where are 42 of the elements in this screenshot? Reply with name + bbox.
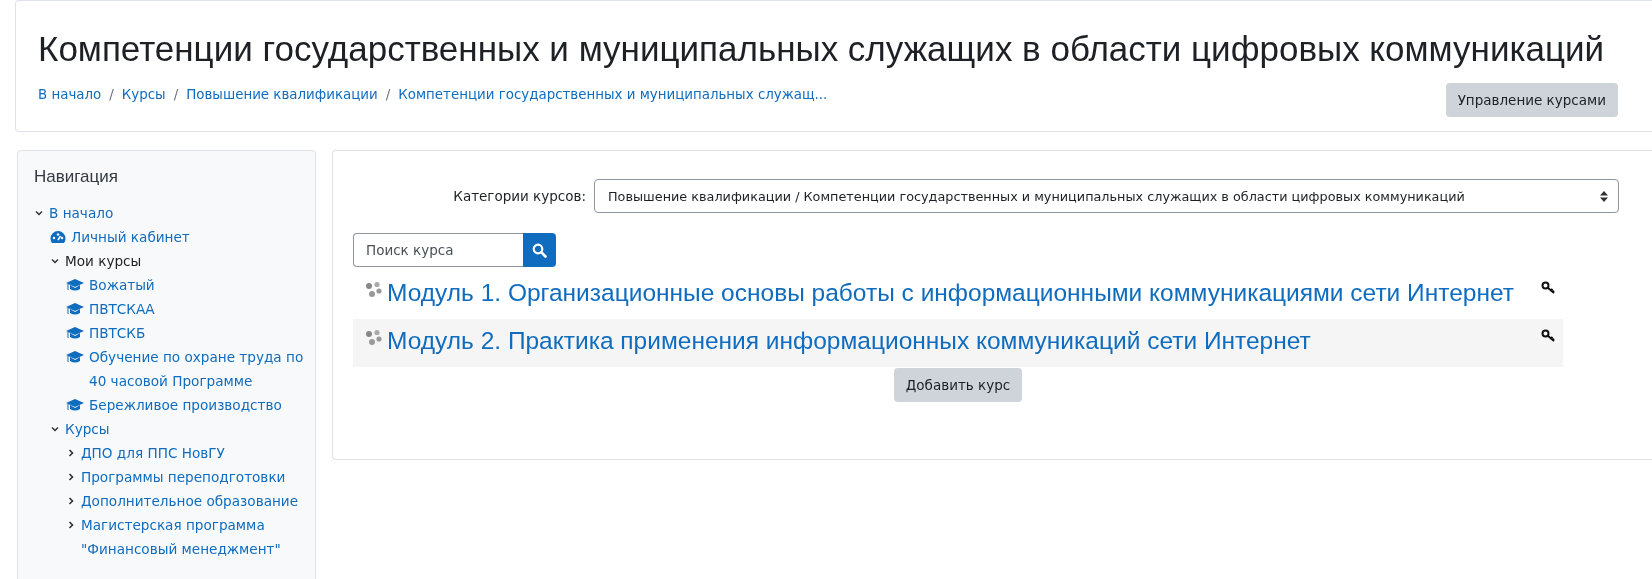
graduation-cap-icon xyxy=(66,302,84,316)
breadcrumb-separator: / xyxy=(173,87,179,102)
nav-link[interactable]: Курсы xyxy=(65,417,110,441)
nav-link[interactable]: ПВТСКАА xyxy=(89,297,155,321)
nav-link[interactable]: Обучение по охране труда по 40 часовой Программе xyxy=(89,345,304,393)
add-course-button[interactable]: Добавить курс xyxy=(893,368,1023,402)
nav-link[interactable]: Вожатый xyxy=(89,273,155,297)
nav-link[interactable]: ПВТСКБ xyxy=(89,321,146,345)
graduation-cap-icon xyxy=(66,398,84,412)
course-icon xyxy=(365,329,383,347)
course-icon xyxy=(365,281,383,299)
panel-title: Навигация xyxy=(34,167,119,187)
dashboard-icon xyxy=(50,230,66,244)
nav-link[interactable]: Личный кабинет xyxy=(71,225,190,249)
page-title: Компетенции государственных и муниципальных служащих в области цифровых коммуникаций xyxy=(38,29,1606,69)
breadcrumb-link[interactable]: В начало xyxy=(38,87,102,102)
nav-link[interactable]: Магистерская программа "Финансовый менеджмент" xyxy=(81,513,304,561)
breadcrumb-separator: / xyxy=(385,87,391,102)
graduation-cap-icon xyxy=(66,278,84,292)
graduation-cap-icon xyxy=(66,326,84,340)
category-select[interactable]: Повышение квалификации / Компетенции государственных и муниципальных служащих в области цифровых коммуникаций xyxy=(594,179,1619,213)
field-label: Категории курсов: xyxy=(453,188,586,204)
course-link[interactable]: Модуль 1. Организационные основы работы с информационными коммуникациями сети Интернет xyxy=(387,275,1537,311)
key-icon xyxy=(1541,281,1555,295)
nav-label[interactable]: Мои курсы xyxy=(65,249,142,273)
course-link[interactable]: Модуль 2. Практика применения информационных коммуникаций сети Интернет xyxy=(387,323,1537,359)
nav-link[interactable]: Программы переподготовки xyxy=(81,465,286,489)
sort-arrows-icon xyxy=(1600,190,1608,202)
breadcrumb-link[interactable]: Компетенции государственных и муниципальных служащ... xyxy=(398,87,828,102)
nav-link[interactable]: ДПО для ППС НовГУ xyxy=(81,441,225,465)
breadcrumb-link[interactable]: Курсы xyxy=(121,87,166,102)
key-icon xyxy=(1541,329,1555,343)
manage-courses-button[interactable]: Управление курсами xyxy=(1445,83,1618,117)
nav-link[interactable]: В начало xyxy=(49,201,114,225)
search-icon xyxy=(532,242,547,258)
breadcrumb-link[interactable]: Повышение квалификации xyxy=(186,87,378,102)
nav-link[interactable]: Бережливое производство xyxy=(89,393,282,417)
search-button[interactable] xyxy=(523,233,556,267)
search-field[interactable]: Поиск курса xyxy=(353,233,523,267)
graduation-cap-icon xyxy=(66,350,84,364)
nav-link[interactable]: Дополнительное образование xyxy=(81,489,299,513)
breadcrumb-separator: / xyxy=(109,87,114,102)
